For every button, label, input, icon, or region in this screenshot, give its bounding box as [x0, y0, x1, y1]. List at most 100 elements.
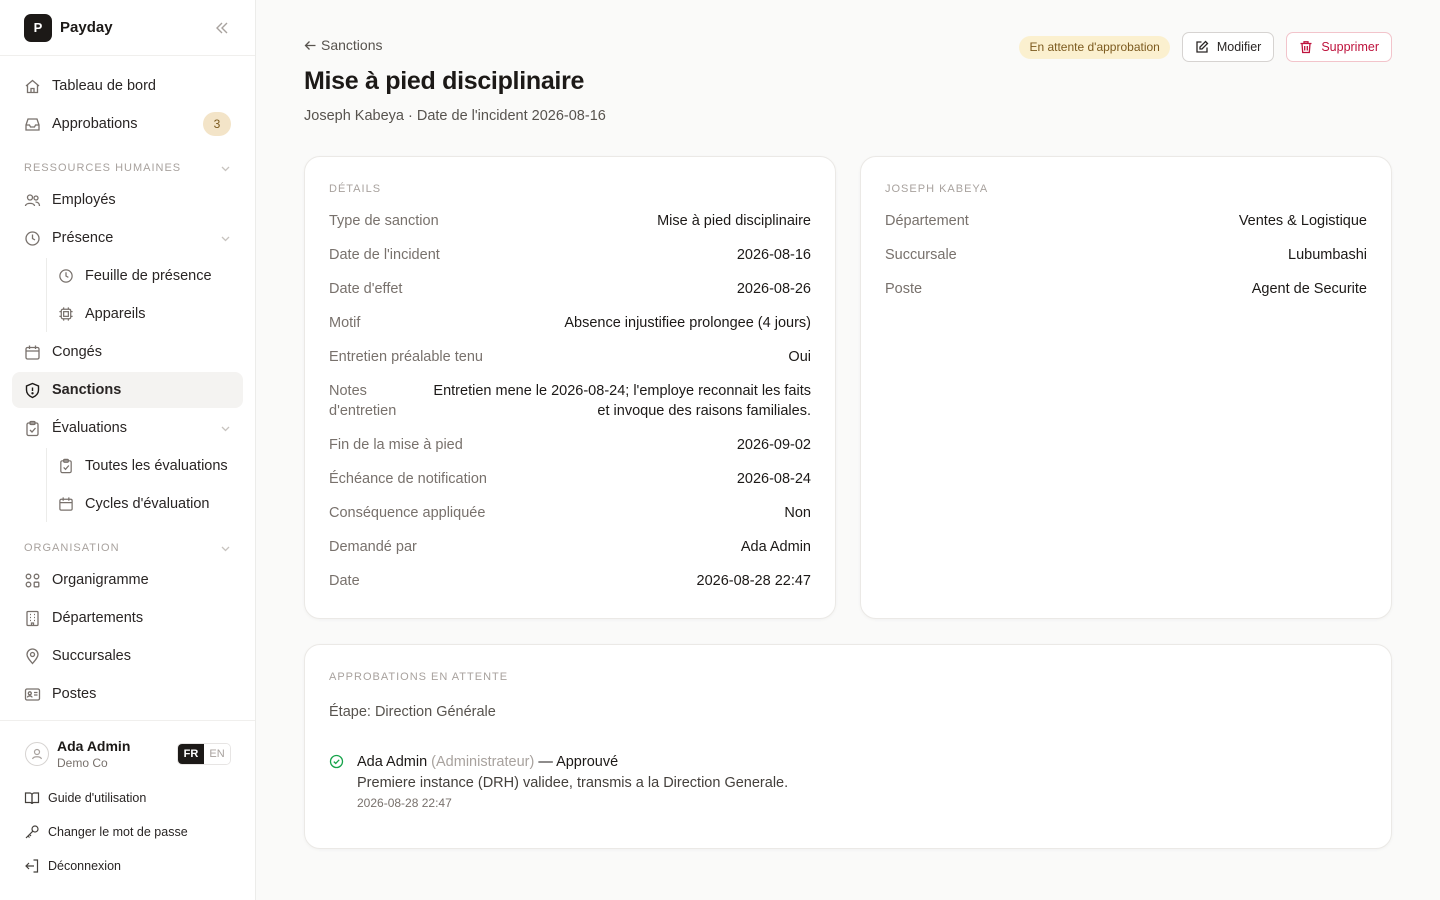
- detail-label: Entretien préalable tenu: [329, 349, 483, 365]
- detail-value: Ada Admin: [740, 539, 811, 555]
- sidebar-item-evaluation-cycles[interactable]: Cycles d'évaluation: [45, 486, 243, 522]
- chevron-down-icon: [220, 543, 231, 554]
- change-password-label: Changer le mot de passe: [48, 825, 188, 839]
- page-title: Mise à pied disciplinaire: [304, 67, 585, 95]
- employee-label: Poste: [885, 281, 923, 297]
- pencil-square-icon: [1195, 40, 1209, 54]
- section-label: RESSOURCES HUMAINES: [24, 162, 182, 174]
- detail-value: 2026-08-28 22:47: [696, 573, 812, 589]
- sidebar-item-evaluations[interactable]: Évaluations: [12, 410, 243, 446]
- approvals-card-title: APPROBATIONS EN ATTENTE: [329, 671, 509, 683]
- sidebar-item-all-evaluations[interactable]: Toutes les évaluations: [45, 448, 243, 484]
- logout-link[interactable]: Déconnexion: [24, 849, 231, 883]
- delete-button[interactable]: Supprimer: [1286, 32, 1392, 62]
- sidebar-item-orgchart[interactable]: Organigramme: [12, 562, 243, 598]
- chevron-down-icon: [220, 233, 231, 244]
- clock-icon: [24, 230, 41, 247]
- employee-value: Agent de Securite: [1251, 281, 1367, 297]
- approval-body: Ada Admin (Administrateur) — Approuvé Pr…: [357, 752, 788, 810]
- user-profile: Ada Admin Demo Co FR EN: [24, 737, 231, 771]
- detail-label: Fin de la mise à pied: [329, 437, 463, 453]
- sidebar-item-label: Succursales: [52, 648, 131, 664]
- key-icon: [24, 824, 40, 840]
- sidebar-item-dashboard[interactable]: Tableau de bord: [12, 68, 243, 104]
- evaluations-submenu: Toutes les évaluations Cycles d'évaluati…: [12, 448, 243, 522]
- sidebar-item-label: Organigramme: [52, 572, 149, 588]
- employee-label: Succursale: [885, 247, 957, 263]
- sidebar-item-leave[interactable]: Congés: [12, 334, 243, 370]
- sidebar-item-employees[interactable]: Employés: [12, 182, 243, 218]
- edit-button[interactable]: Modifier: [1181, 32, 1275, 62]
- lang-fr-button[interactable]: FR: [178, 744, 204, 764]
- detail-row: Entretien préalable tenu Oui: [329, 347, 811, 381]
- log-out-icon: [24, 858, 40, 874]
- details-card-title: DÉTAILS: [329, 183, 382, 195]
- sidebar-item-label: Départements: [52, 610, 144, 626]
- detail-value: Absence injustifiee prolongee (4 jours): [564, 315, 811, 331]
- detail-value: 2026-08-24: [736, 471, 811, 487]
- employee-list: Département Ventes & Logistique Succursal…: [885, 211, 1367, 313]
- sidebar-item-label: Cycles d'évaluation: [85, 496, 210, 512]
- guide-link[interactable]: Guide d'utilisation: [24, 781, 231, 815]
- approval-header: Ada Admin (Administrateur) — Approuvé: [357, 752, 788, 772]
- page-subtitle: Joseph Kabeya · Date de l'incident 2026-…: [304, 108, 606, 124]
- grid-icon: [24, 572, 41, 589]
- detail-label: Date d'effet: [329, 281, 403, 297]
- sidebar-item-timesheet[interactable]: Feuille de présence: [45, 258, 243, 294]
- approval-entry: Ada Admin (Administrateur) — Approuvé Pr…: [329, 752, 1367, 810]
- app-logo[interactable]: P: [24, 13, 52, 42]
- employee-row: Succursale Lubumbashi: [885, 245, 1367, 279]
- cards-row: DÉTAILS Type de sanction Mise à pied disc…: [304, 156, 1392, 619]
- sidebar-footer: Ada Admin Demo Co FR EN Guide d'utilisat…: [0, 720, 255, 900]
- detail-label: Type de sanction: [329, 213, 439, 229]
- cpu-icon: [57, 306, 74, 323]
- sidebar-item-label: Tableau de bord: [52, 78, 156, 94]
- sidebar-item-label: Feuille de présence: [85, 268, 212, 284]
- clock-icon: [57, 268, 74, 285]
- id-card-icon: [24, 686, 41, 703]
- chevron-down-icon: [220, 163, 231, 174]
- lang-en-button[interactable]: EN: [204, 744, 230, 764]
- employee-value: Lubumbashi: [1288, 247, 1367, 263]
- sidebar-item-label: Sanctions: [52, 382, 122, 398]
- presence-submenu: Feuille de présence Appareils: [12, 258, 243, 332]
- change-password-link[interactable]: Changer le mot de passe: [24, 815, 231, 849]
- collapse-sidebar-icon[interactable]: [213, 19, 231, 37]
- building-icon: [24, 610, 41, 627]
- detail-row: Type de sanction Mise à pied disciplinair…: [329, 211, 811, 245]
- inbox-icon: [24, 116, 41, 133]
- employee-value: Ventes & Logistique: [1238, 213, 1367, 229]
- employee-row: Poste Agent de Securite: [885, 279, 1367, 313]
- detail-value: Entretien mene le 2026-08-24; l'employe …: [433, 383, 811, 419]
- sidebar-item-label: Appareils: [85, 306, 146, 322]
- detail-value: Oui: [788, 349, 811, 365]
- app-shell: P Payday Tableau de bord Approbations 3 …: [0, 0, 1440, 900]
- sidebar-item-presence[interactable]: Présence: [12, 220, 243, 256]
- user-avatar-icon[interactable]: [25, 742, 49, 766]
- sidebar-item-positions[interactable]: Postes: [12, 676, 243, 712]
- map-pin-icon: [24, 647, 41, 665]
- check-circle-icon: [329, 754, 345, 770]
- detail-label: Date: [329, 573, 360, 589]
- sidebar-item-label: Employés: [52, 192, 116, 208]
- users-icon: [24, 192, 41, 209]
- detail-value: 2026-09-02: [736, 437, 811, 453]
- back-link-label: Sanctions: [321, 37, 383, 53]
- sidebar-item-devices[interactable]: Appareils: [45, 296, 243, 332]
- sidebar-item-departments[interactable]: Départements: [12, 600, 243, 636]
- delete-button-label: Supprimer: [1321, 40, 1379, 54]
- user-info: Ada Admin Demo Co: [57, 737, 130, 771]
- section-hr[interactable]: RESSOURCES HUMAINES: [12, 158, 243, 178]
- detail-value: 2026-08-16: [736, 247, 811, 263]
- section-organisation[interactable]: ORGANISATION: [12, 538, 243, 558]
- sidebar-item-approvals[interactable]: Approbations 3: [12, 106, 243, 142]
- detail-row: Date 2026-08-28 22:47: [329, 571, 811, 605]
- detail-row: Fin de la mise à pied 2026-09-02: [329, 435, 811, 469]
- employee-row: Département Ventes & Logistique: [885, 211, 1367, 245]
- sidebar-item-sanctions[interactable]: Sanctions: [12, 372, 243, 408]
- sidebar-item-branches[interactable]: Succursales: [12, 638, 243, 674]
- detail-row: Conséquence appliquée Non: [329, 503, 811, 537]
- sidebar-item-label: Congés: [52, 344, 102, 360]
- brand: P Payday: [0, 0, 255, 56]
- detail-label: Demandé par: [329, 539, 417, 555]
